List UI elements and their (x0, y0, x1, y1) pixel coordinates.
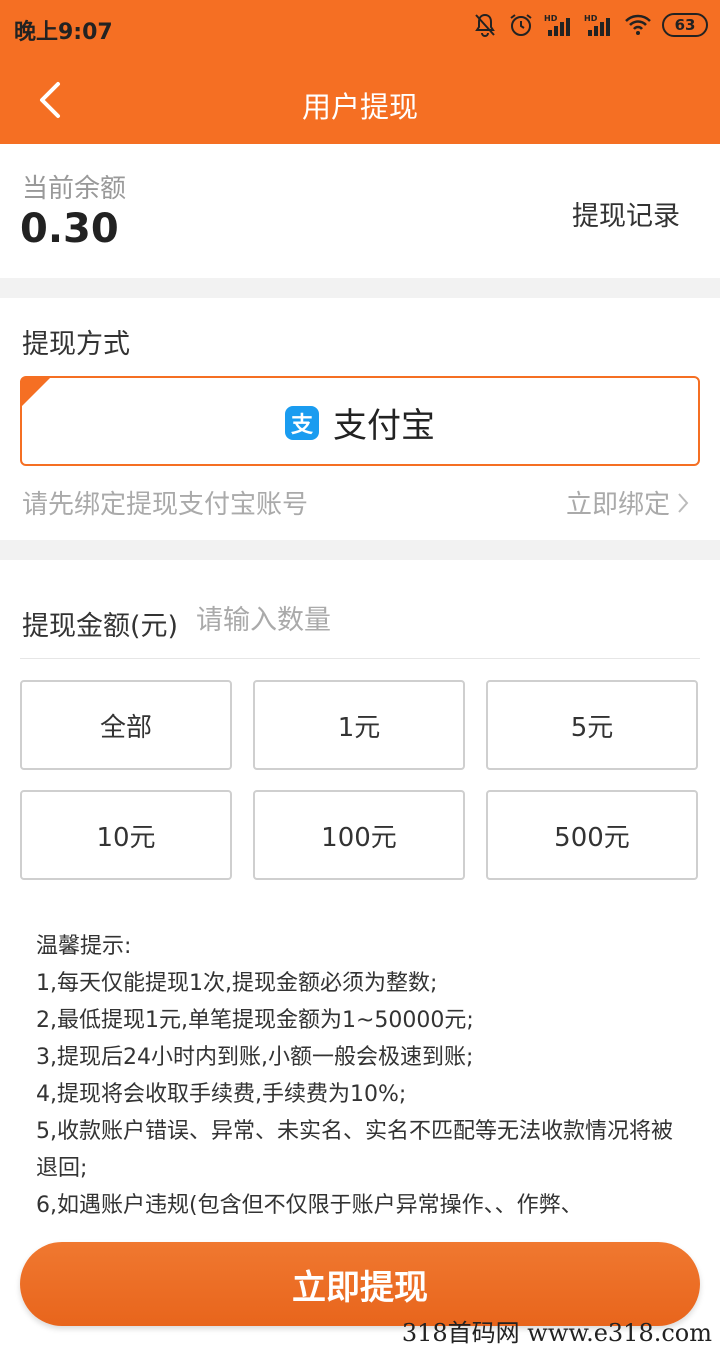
amount-option-100[interactable]: 100元 (253, 790, 465, 880)
svg-text:HD: HD (584, 14, 598, 23)
status-icons: HD HD 63 (472, 12, 708, 38)
balance-label: 当前余额 (22, 174, 127, 204)
bind-now-label: 立即绑定 (565, 490, 670, 520)
tips-line: 6,如遇账户违规(包含但不仅限于账户异常操作、、作弊、 (36, 1193, 583, 1218)
balance-card: 当前余额 0.30 提现记录 (0, 144, 720, 278)
signal-icon: HD (544, 12, 574, 38)
withdraw-method-card: 提现方式 ✓ 支 支付宝 请先绑定提现支付宝账号 立即绑定 (0, 298, 720, 540)
alipay-label: 支付宝 (333, 406, 435, 446)
bind-account-hint: 请先绑定提现支付宝账号 (22, 490, 309, 520)
alipay-icon: 支 (285, 405, 319, 440)
status-bar: 晚上9:07 HD HD 63 (0, 0, 720, 56)
amount-option-10[interactable]: 10元 (20, 790, 232, 880)
divider (20, 658, 700, 659)
alarm-icon (508, 12, 534, 38)
signal-icon-2: HD (584, 12, 614, 38)
status-time: 晚上9:07 (14, 20, 113, 45)
amount-option-5[interactable]: 5元 (486, 680, 698, 770)
bind-now-link[interactable]: 立即绑定 (566, 484, 690, 521)
mute-bell-icon (472, 12, 498, 38)
withdraw-history-link[interactable]: 提现记录 (572, 194, 680, 233)
amount-option-all[interactable]: 全部 (20, 680, 232, 770)
chevron-right-icon (678, 492, 689, 513)
tips-section: 温馨提示: 1,每天仅能提现1次,提现金额必须为整数; 2,最低提现1元,单笔提… (36, 928, 686, 1224)
amount-option-1[interactable]: 1元 (253, 680, 465, 770)
alipay-option[interactable]: ✓ 支 支付宝 (20, 376, 700, 466)
tips-line: 3,提现后24小时内到账,小额一般会极速到账; (36, 1045, 474, 1070)
withdraw-method-label: 提现方式 (22, 329, 130, 360)
watermark: 318首码网 www.e318.com (401, 1319, 712, 1347)
page-title: 用户提现 (301, 90, 418, 124)
nav-bar: 用户提现 (0, 56, 720, 144)
tips-line: 1,每天仅能提现1次,提现金额必须为整数; (36, 971, 438, 996)
amount-option-500[interactable]: 500元 (486, 790, 698, 880)
alipay-option-content: 支 支付宝 (22, 398, 698, 447)
balance-value: 0.30 (20, 206, 119, 252)
battery-icon: 63 (662, 13, 708, 37)
svg-text:HD: HD (544, 14, 558, 23)
amount-label: 提现金额(元) (22, 611, 179, 642)
wifi-icon (624, 13, 652, 37)
amount-input[interactable] (196, 598, 676, 642)
tips-line: 4,提现将会收取手续费,手续费为10%; (36, 1082, 407, 1107)
tips-line: 2,最低提现1元,单笔提现金额为1~50000元; (36, 1008, 474, 1033)
tips-line: 5,收款账户错误、异常、未实名、实名不匹配等无法收款情况将被退回; (36, 1119, 673, 1181)
tips-title: 温馨提示: (36, 934, 132, 959)
